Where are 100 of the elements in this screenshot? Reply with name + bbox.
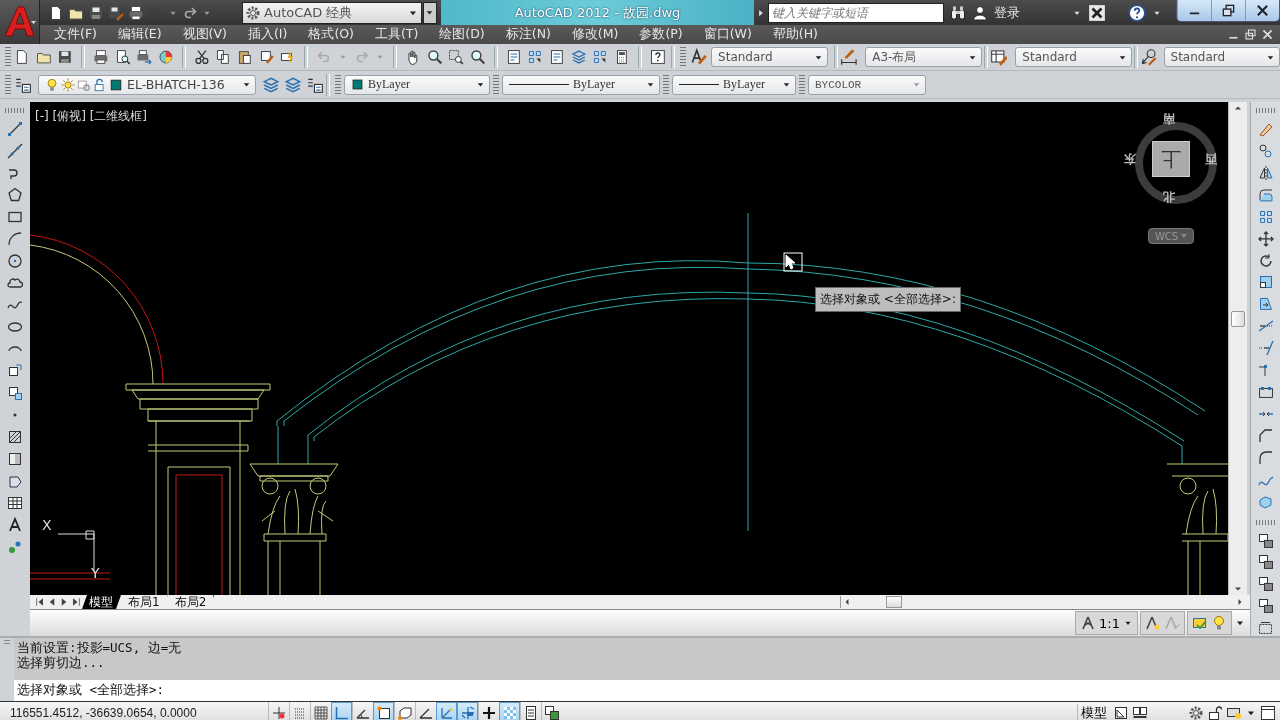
restore-icon[interactable] (1244, 28, 1257, 41)
zoom-window-icon[interactable] (448, 49, 465, 65)
scissors-icon[interactable] (193, 49, 210, 65)
arc-icon[interactable] (7, 231, 23, 247)
redo-icon[interactable] (182, 4, 198, 21)
compass-direction[interactable]: 西 (1205, 150, 1217, 167)
circle-icon[interactable] (7, 253, 23, 269)
save-as-icon[interactable] (108, 4, 124, 21)
dimension-style-icon[interactable] (839, 48, 858, 66)
workspace-switch-icon[interactable] (1192, 615, 1208, 631)
layer-states-icon[interactable] (262, 75, 280, 94)
print-preview-icon[interactable] (114, 49, 131, 65)
model-space-button[interactable]: 模型 (1077, 704, 1110, 720)
ortho-mode-toggle[interactable] (331, 702, 352, 720)
table-style-icon[interactable] (989, 48, 1008, 66)
clean-screen-icon[interactable] (1260, 705, 1276, 720)
selection-cycling-toggle[interactable] (541, 702, 562, 720)
lock-icon[interactable] (1207, 705, 1223, 720)
multileader-style-icon[interactable] (1139, 48, 1158, 66)
publish-icon[interactable] (136, 49, 153, 65)
menu-item[interactable]: 插入(I) (247, 26, 288, 43)
chamfer-icon[interactable] (1257, 427, 1274, 444)
stretch-icon[interactable] (1257, 296, 1274, 313)
gradient-icon[interactable] (7, 451, 23, 467)
menu-item[interactable]: 编辑(E) (117, 26, 162, 43)
multileader-style-dropdown[interactable]: Standard (1163, 47, 1280, 67)
command-line-field[interactable]: 选择对象或 <全部选择>: (14, 680, 1280, 701)
3d-object-snap-toggle[interactable] (394, 702, 415, 720)
hatch-icon[interactable] (7, 429, 23, 445)
menu-item[interactable]: 视图(V) (182, 26, 227, 43)
new-file-icon[interactable] (48, 4, 64, 21)
menu-item[interactable]: 绘图(D) (439, 26, 485, 43)
annotation-scale-button[interactable]: 1:1 (1075, 611, 1138, 635)
array-icon[interactable] (1257, 208, 1274, 225)
close-icon[interactable] (1245, 0, 1279, 21)
viewcube-face[interactable]: 上 (1152, 141, 1190, 177)
help-icon[interactable] (649, 49, 666, 65)
match-properties-icon[interactable] (258, 49, 275, 65)
exchange-icon[interactable] (1088, 3, 1106, 22)
restore-icon[interactable] (1211, 0, 1245, 21)
save-icon[interactable] (88, 4, 104, 21)
help-icon[interactable] (1128, 3, 1146, 22)
polygon-icon[interactable] (7, 187, 23, 203)
layer-dropdown[interactable]: EL-BHATCH-136 (38, 74, 256, 95)
workspace-dropdown[interactable]: AutoCAD 经典 (242, 1, 422, 24)
design-center-icon[interactable] (527, 49, 544, 65)
plot-style-dropdown[interactable]: BYCOLOR (808, 74, 926, 95)
dynamic-input-toggle[interactable] (457, 702, 478, 720)
first-tab-icon[interactable] (34, 596, 46, 608)
construction-line-icon[interactable] (7, 143, 23, 159)
compass-direction[interactable]: 南 (1163, 110, 1175, 127)
add-selected-icon[interactable] (7, 539, 23, 555)
insert-block-icon[interactable] (7, 363, 23, 379)
model-layout-icon[interactable] (1113, 705, 1129, 720)
hardware-acceleration-icon[interactable] (1226, 705, 1242, 720)
ellipse-icon[interactable] (7, 319, 23, 335)
copy-icon[interactable] (215, 49, 232, 65)
mirror-icon[interactable] (1257, 164, 1274, 181)
menu-item[interactable]: 工具(T) (374, 26, 419, 43)
sign-in-link[interactable]: 登录 (994, 3, 1020, 22)
color-dropdown[interactable]: ByLayer (344, 74, 490, 95)
spell-check-icon[interactable] (1257, 620, 1274, 637)
menu-item[interactable]: 标注(N) (505, 26, 551, 43)
extend-icon[interactable] (1257, 340, 1274, 357)
move-icon[interactable] (1257, 230, 1274, 247)
cloud-icon[interactable] (7, 275, 23, 291)
text-style-dropdown[interactable]: Standard (711, 47, 828, 67)
dynamic-ucs-toggle[interactable] (436, 702, 457, 720)
light-bulb-icon[interactable] (1211, 615, 1227, 631)
table-style-dropdown[interactable]: Standard (1015, 47, 1132, 67)
text-icon[interactable] (7, 517, 23, 533)
viewport-controls[interactable]: [-] [俯视] [二维线框] (35, 108, 148, 125)
fillet-icon[interactable] (1257, 449, 1274, 466)
scrollbar-thumb[interactable] (885, 596, 902, 608)
menu-item[interactable]: 格式(O) (308, 26, 354, 43)
transparency-toggle[interactable] (499, 702, 520, 720)
layout-tab[interactable]: 模型 (82, 595, 121, 609)
toolbar-menu-button[interactable] (423, 1, 437, 24)
sheet-set-icon[interactable] (570, 49, 587, 65)
binoculars-icon[interactable] (950, 4, 966, 21)
menu-item[interactable]: 窗口(W) (703, 26, 752, 43)
annotation-visibility-icon[interactable] (1145, 615, 1161, 631)
break-icon[interactable] (1257, 384, 1274, 400)
grid-toggle[interactable] (310, 702, 331, 720)
zoom-previous-icon[interactable] (470, 49, 486, 65)
bring-above-icon[interactable] (1257, 576, 1274, 593)
markup-icon[interactable] (592, 49, 609, 65)
make-block-icon[interactable] (7, 385, 23, 401)
rectangle-icon[interactable] (7, 209, 23, 225)
linetype-dropdown[interactable]: ByLayer (502, 74, 660, 95)
user-icon[interactable] (972, 4, 988, 21)
menu-item[interactable]: 修改(M) (571, 26, 619, 43)
search-field[interactable]: 键入关键字或短语 (768, 2, 944, 23)
lineweight-dropdown[interactable]: ByLayer (672, 74, 796, 95)
menu-item[interactable]: 参数(P) (639, 26, 683, 43)
offset-icon[interactable] (1257, 186, 1274, 203)
object-snap-toggle[interactable] (373, 702, 394, 720)
calculator-icon[interactable] (614, 49, 630, 65)
compass-direction[interactable]: 北 (1163, 188, 1175, 205)
last-tab-icon[interactable] (70, 596, 82, 608)
